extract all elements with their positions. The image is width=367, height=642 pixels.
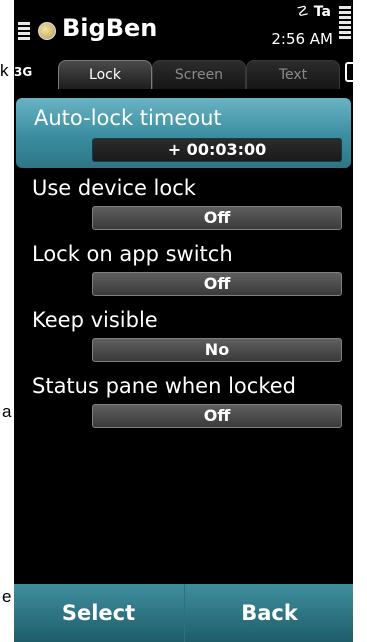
app-title: BigBen <box>62 14 158 42</box>
setting-use-device-lock[interactable]: Use device lock Off <box>14 168 353 234</box>
tab-bar: 3G Lock Screen Text <box>14 56 353 89</box>
status-bar: BigBen ☡ Ta 2:56 AM <box>14 0 353 56</box>
side-fragment-top: k <box>0 61 9 80</box>
tab-text[interactable]: Text <box>246 60 340 89</box>
setting-value[interactable]: + 00:03:00 <box>92 138 342 162</box>
setting-label: Use device lock <box>32 176 196 200</box>
tab-scroll-right-icon[interactable] <box>345 62 353 82</box>
softkey-bar: Select Back <box>14 584 353 642</box>
tab-scroll-left-indicator[interactable]: 3G <box>14 65 32 79</box>
setting-value[interactable]: Off <box>92 272 342 296</box>
tab-lock[interactable]: Lock <box>58 60 152 89</box>
setting-value[interactable]: No <box>92 338 342 362</box>
back-softkey-button[interactable]: Back <box>184 584 353 642</box>
battery-level-icon <box>339 6 351 41</box>
select-softkey-button[interactable]: Select <box>14 584 183 642</box>
setting-label: Lock on app switch <box>32 242 233 266</box>
tab-screen[interactable]: Screen <box>152 60 246 89</box>
setting-label: Status pane when locked <box>32 374 296 398</box>
setting-label: Keep visible <box>32 308 158 332</box>
setting-keep-visible[interactable]: Keep visible No <box>14 300 353 366</box>
status-time: 2:56 AM <box>271 30 333 48</box>
app-clock-icon <box>38 22 56 40</box>
settings-list: Auto-lock timeout + 00:03:00 Use device … <box>14 88 353 432</box>
setting-lock-on-app-switch[interactable]: Lock on app switch Off <box>14 234 353 300</box>
setting-label: Auto-lock timeout <box>34 106 222 130</box>
side-fragment-mid: a <box>2 402 12 421</box>
signal-strength-icon <box>18 22 30 42</box>
setting-value[interactable]: Off <box>92 404 342 428</box>
side-fragment-bottom: e <box>2 587 12 606</box>
setting-auto-lock-timeout[interactable]: Auto-lock timeout + 00:03:00 <box>16 98 351 168</box>
setting-status-pane-when-locked[interactable]: Status pane when locked Off <box>14 366 353 432</box>
phone-screen: BigBen ☡ Ta 2:56 AM 3G Lock Screen Text … <box>14 0 353 642</box>
network-indicator: ☡ Ta <box>296 4 331 20</box>
setting-value[interactable]: Off <box>92 206 342 230</box>
